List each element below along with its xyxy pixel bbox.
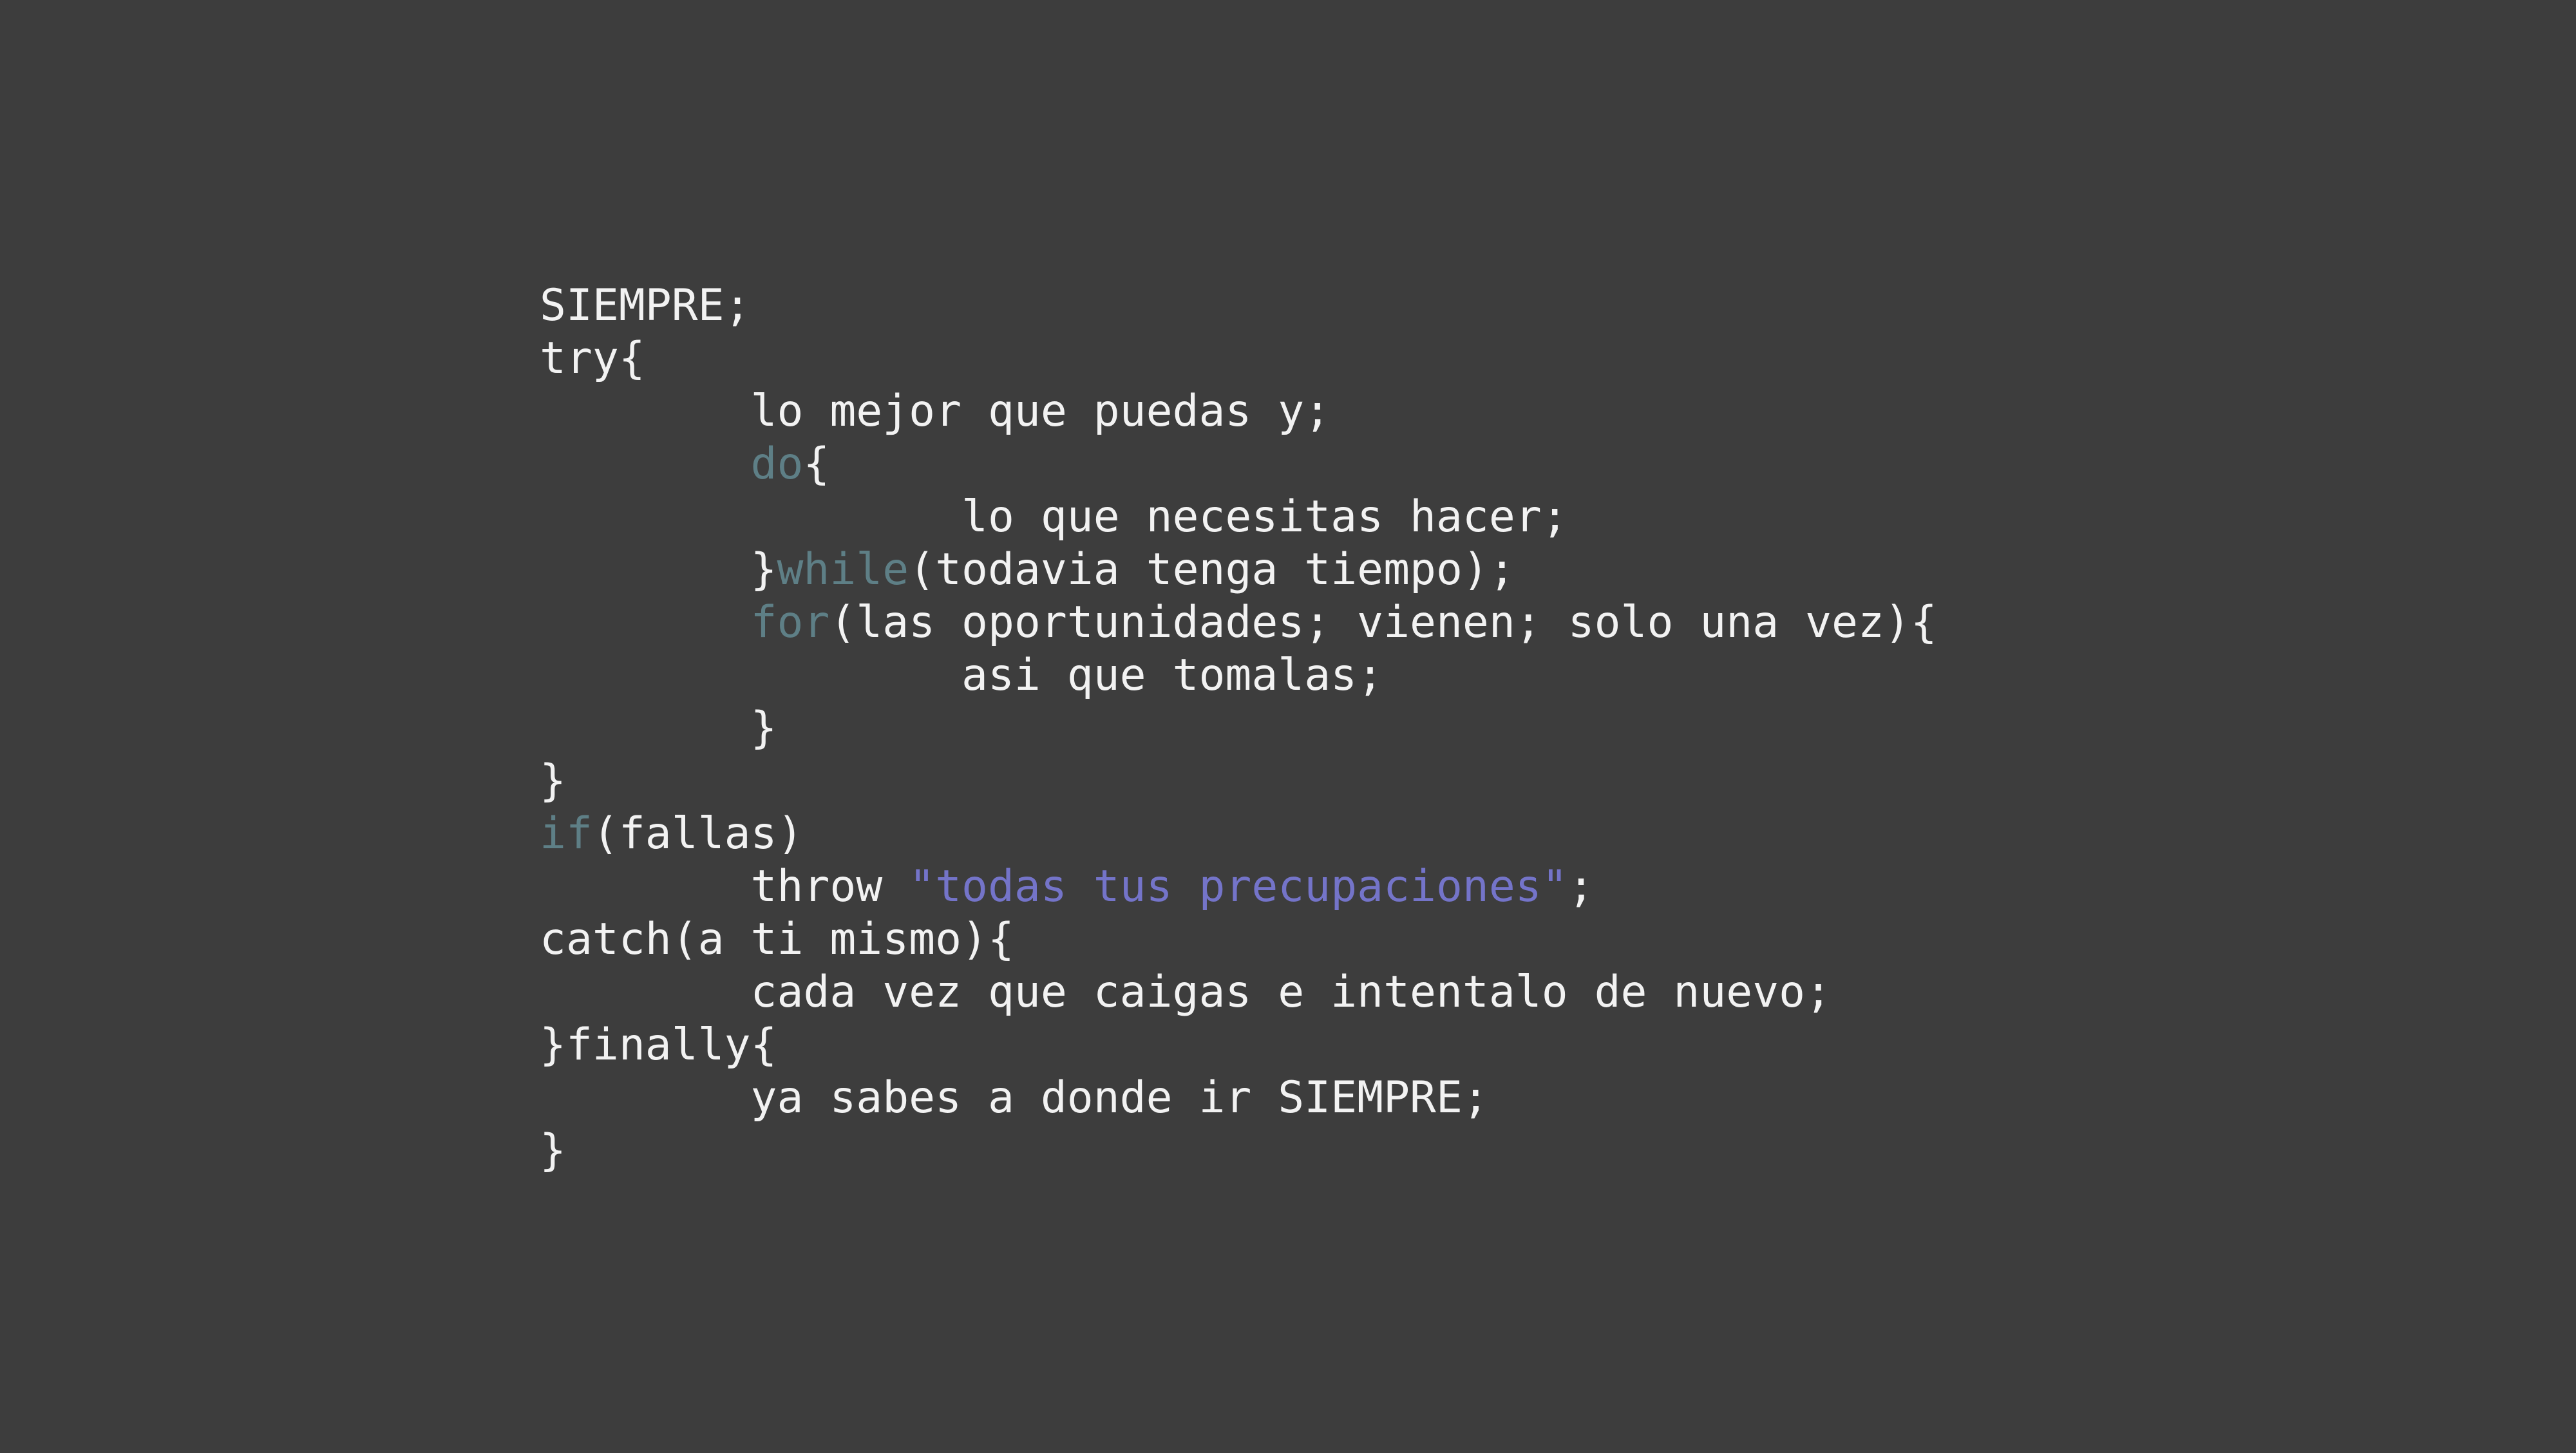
code-line: cada vez que caigas e intentalo de nuevo…: [540, 966, 1937, 1019]
code-line: ya sabes a donde ir SIEMPRE;: [540, 1072, 1937, 1125]
code-text: lo mejor que puedas y;: [540, 386, 1331, 437]
code-line: }: [540, 755, 1937, 808]
code-keyword: for: [750, 597, 830, 648]
code-text: throw: [540, 861, 909, 912]
code-line: }: [540, 1125, 1937, 1177]
code-line: try{: [540, 332, 1937, 385]
code-line: do{: [540, 438, 1937, 491]
code-text: try{: [540, 333, 645, 384]
code-line: for(las oportunidades; vienen; solo una …: [540, 596, 1937, 649]
code-text: SIEMPRE;: [540, 280, 751, 331]
code-line: }finally{: [540, 1019, 1937, 1072]
code-text: }finally{: [540, 1020, 777, 1070]
code-line: catch(a ti mismo){: [540, 913, 1937, 966]
code-line: if(fallas): [540, 808, 1937, 860]
code-line: asi que tomalas;: [540, 649, 1937, 702]
code-keyword: do: [750, 439, 804, 489]
code-line: }while(todavia tenga tiempo);: [540, 544, 1937, 596]
code-text: }: [540, 1125, 566, 1176]
code-text: (las oportunidades; vienen; solo una vez…: [829, 597, 1937, 648]
code-text: (todavia tenga tiempo);: [909, 544, 1515, 595]
code-text: (fallas): [592, 808, 804, 859]
code-line: lo mejor que puedas y;: [540, 385, 1937, 438]
code-text: }: [540, 544, 777, 595]
code-line: }: [540, 702, 1937, 755]
code-text: cada vez que caigas e intentalo de nuevo…: [540, 967, 1832, 1018]
code-text: }: [540, 755, 566, 806]
code-text: lo que necesitas hacer;: [540, 491, 1568, 542]
code-text: ;: [1567, 861, 1595, 912]
code-text: {: [803, 439, 830, 489]
code-text: }: [540, 703, 777, 754]
code-text: catch(a ti mismo){: [540, 914, 1014, 965]
code-string: "todas tus precupaciones": [909, 861, 1568, 912]
code-line: lo que necesitas hacer;: [540, 491, 1937, 544]
code-text: asi que tomalas;: [540, 650, 1384, 701]
code-line: throw "todas tus precupaciones";: [540, 860, 1937, 913]
code-text: ya sabes a donde ir SIEMPRE;: [540, 1072, 1489, 1123]
code-keyword: while: [777, 544, 909, 595]
code-screen: { "colors": { "background": "#3d3d3d", "…: [0, 0, 2576, 1453]
code-keyword: if: [540, 808, 592, 859]
code-block: SIEMPRE; try{ lo mejor que puedas y; do{ …: [540, 280, 1937, 1177]
code-line: SIEMPRE;: [540, 280, 1937, 332]
